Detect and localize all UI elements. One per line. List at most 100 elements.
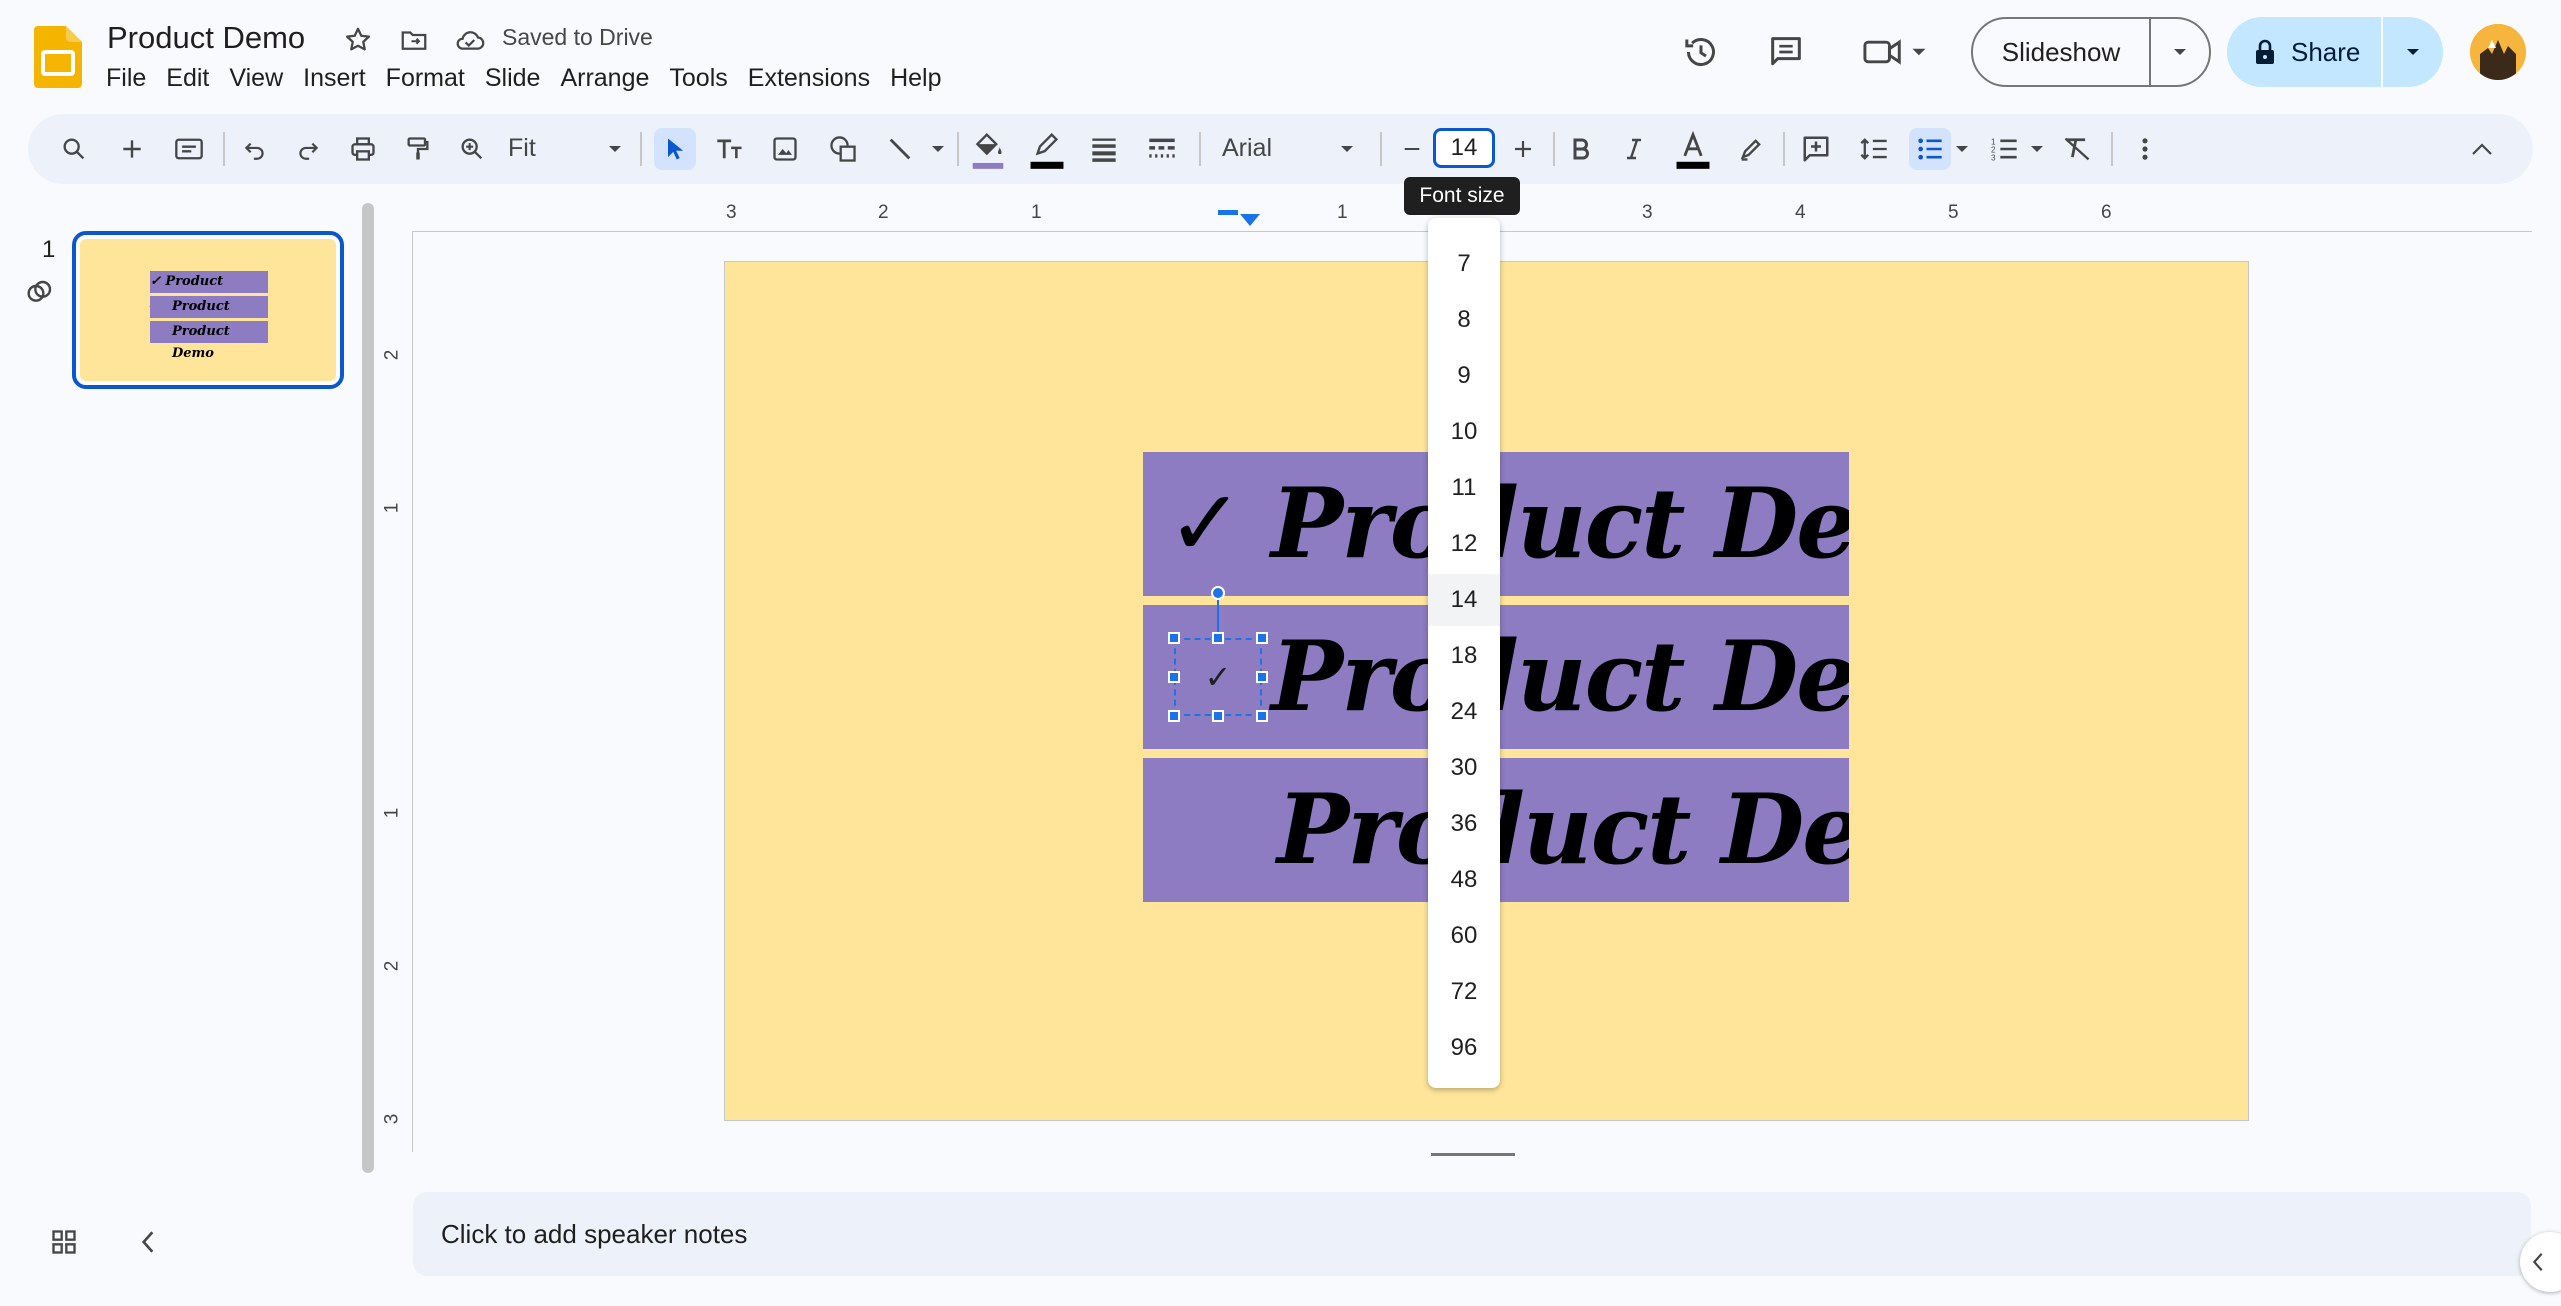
zoom-dropdown-icon[interactable] xyxy=(594,128,636,170)
select-icon[interactable] xyxy=(654,128,696,170)
notes-resize-handle[interactable] xyxy=(1431,1153,1515,1156)
bulleted-list-dropdown-icon[interactable] xyxy=(1946,128,1978,170)
font-size-option[interactable]: 60 xyxy=(1428,910,1500,962)
font-size-option[interactable]: 30 xyxy=(1428,742,1500,794)
font-size-input[interactable]: 14 xyxy=(1433,128,1495,168)
text-color-icon[interactable] xyxy=(1672,128,1714,172)
resize-handle[interactable] xyxy=(1256,710,1268,722)
hruler-label: 5 xyxy=(1948,202,1959,223)
slideshow-dropdown-icon[interactable] xyxy=(2151,47,2209,57)
share-dropdown-icon[interactable] xyxy=(2383,47,2443,57)
minus-icon[interactable] xyxy=(1391,128,1433,170)
font-size-option[interactable]: 10 xyxy=(1428,406,1500,458)
numbered-list-icon[interactable]: 123 xyxy=(1984,128,2026,170)
hruler-label: 6 xyxy=(2101,202,2112,223)
star-icon[interactable] xyxy=(340,22,376,58)
hruler-label: 2 xyxy=(878,202,889,223)
bulleted-list-icon[interactable] xyxy=(1909,128,1951,170)
menu-help[interactable]: Help xyxy=(890,64,953,93)
fill-color-icon[interactable] xyxy=(967,128,1009,172)
menu-file[interactable]: File xyxy=(106,64,158,93)
line-spacing-icon[interactable] xyxy=(1853,128,1895,170)
vruler-label: 2 xyxy=(381,960,403,972)
hruler-label: 3 xyxy=(726,202,737,223)
font-size-plus-icon[interactable] xyxy=(1502,128,1544,170)
menu-view[interactable]: View xyxy=(229,64,295,93)
meet-icon[interactable] xyxy=(1856,28,1936,76)
font-size-option[interactable]: 36 xyxy=(1428,798,1500,850)
font-size-option[interactable]: 8 xyxy=(1428,294,1500,346)
zoom-select[interactable]: Fit xyxy=(508,134,536,163)
font-size-option[interactable]: 12 xyxy=(1428,518,1500,570)
rotate-handle[interactable] xyxy=(1211,586,1225,600)
search-icon[interactable] xyxy=(53,128,95,170)
share-button[interactable]: Share xyxy=(2227,17,2443,87)
image-icon[interactable] xyxy=(764,128,806,170)
font-size-option[interactable]: 24 xyxy=(1428,686,1500,738)
insert-comment-icon[interactable] xyxy=(1795,128,1837,170)
font-size-option[interactable]: 96 xyxy=(1428,1022,1500,1074)
resize-handle[interactable] xyxy=(1256,632,1268,644)
more-icon[interactable] xyxy=(2124,128,2166,170)
zoom-icon[interactable] xyxy=(451,128,493,170)
menu-edit[interactable]: Edit xyxy=(166,64,221,93)
menu-arrange[interactable]: Arrange xyxy=(560,64,661,93)
resize-handle[interactable] xyxy=(1256,671,1268,683)
saved-status: Saved to Drive xyxy=(502,24,653,50)
bold-icon[interactable] xyxy=(1560,128,1602,170)
font-size-option[interactable]: 18 xyxy=(1428,630,1500,682)
speaker-notes[interactable]: Click to add speaker notes xyxy=(413,1192,2531,1276)
history-icon[interactable] xyxy=(1677,28,1725,76)
new-slide-icon[interactable] xyxy=(168,128,210,170)
vertical-ruler[interactable]: 2 1 1 2 3 xyxy=(381,232,413,1152)
resize-handle[interactable] xyxy=(1168,710,1180,722)
resize-handle[interactable] xyxy=(1212,710,1224,722)
chevron-left-icon[interactable] xyxy=(128,1222,168,1262)
font-size-option[interactable]: 9 xyxy=(1428,350,1500,402)
font-size-option[interactable]: 72 xyxy=(1428,966,1500,1018)
textbox-icon[interactable] xyxy=(709,128,751,170)
menu-extensions[interactable]: Extensions xyxy=(748,64,882,93)
menu-format[interactable]: Format xyxy=(386,64,477,93)
line-icon[interactable] xyxy=(879,128,921,170)
line-dropdown-icon[interactable] xyxy=(918,128,958,170)
border-color-icon[interactable] xyxy=(1026,128,1068,172)
clear-formatting-icon[interactable] xyxy=(2056,128,2098,170)
border-dash-icon[interactable] xyxy=(1141,128,1183,170)
menu-slide[interactable]: Slide xyxy=(485,64,553,93)
menu-tools[interactable]: Tools xyxy=(669,64,739,93)
slide-thumbnail[interactable]: ✓ Product Demo Product Demo Product Demo xyxy=(72,231,344,389)
font-family-select[interactable]: Arial xyxy=(1222,134,1272,163)
font-size-option[interactable]: 7 xyxy=(1428,238,1500,290)
resize-handle[interactable] xyxy=(1168,632,1180,644)
selected-checkbox-object[interactable]: ✓ xyxy=(1174,638,1262,716)
avatar[interactable] xyxy=(2470,24,2526,80)
resize-handle[interactable] xyxy=(1212,632,1224,644)
indent-marker-icon[interactable] xyxy=(1218,208,1264,233)
collapse-icon[interactable] xyxy=(2461,128,2503,170)
border-weight-icon[interactable] xyxy=(1083,128,1125,170)
font-size-option[interactable]: 48 xyxy=(1428,854,1500,906)
font-size-option-selected[interactable]: 14 xyxy=(1428,574,1500,626)
shape-icon[interactable] xyxy=(822,128,864,170)
menu-insert[interactable]: Insert xyxy=(303,64,378,93)
slideshow-button[interactable]: Slideshow xyxy=(1971,17,2211,87)
slides-logo-icon[interactable] xyxy=(34,26,82,88)
font-size-option[interactable]: 11 xyxy=(1428,462,1500,514)
redo-icon[interactable] xyxy=(287,128,329,170)
font-dropdown-icon[interactable] xyxy=(1326,128,1368,170)
move-folder-icon[interactable] xyxy=(396,22,432,58)
highlight-icon[interactable] xyxy=(1730,128,1772,170)
plus-icon[interactable] xyxy=(111,128,153,170)
document-title[interactable]: Product Demo xyxy=(107,20,305,56)
print-icon[interactable] xyxy=(342,128,384,170)
undo-icon[interactable] xyxy=(234,128,276,170)
comment-icon[interactable] xyxy=(1762,28,1810,76)
grid-view-icon[interactable] xyxy=(44,1222,84,1262)
cloud-saved-icon[interactable] xyxy=(452,22,488,58)
paint-format-icon[interactable] xyxy=(397,128,439,170)
italic-icon[interactable] xyxy=(1613,128,1655,170)
filmstrip-scrollbar[interactable] xyxy=(362,203,374,1173)
resize-handle[interactable] xyxy=(1168,671,1180,683)
numbered-list-dropdown-icon[interactable] xyxy=(2021,128,2053,170)
